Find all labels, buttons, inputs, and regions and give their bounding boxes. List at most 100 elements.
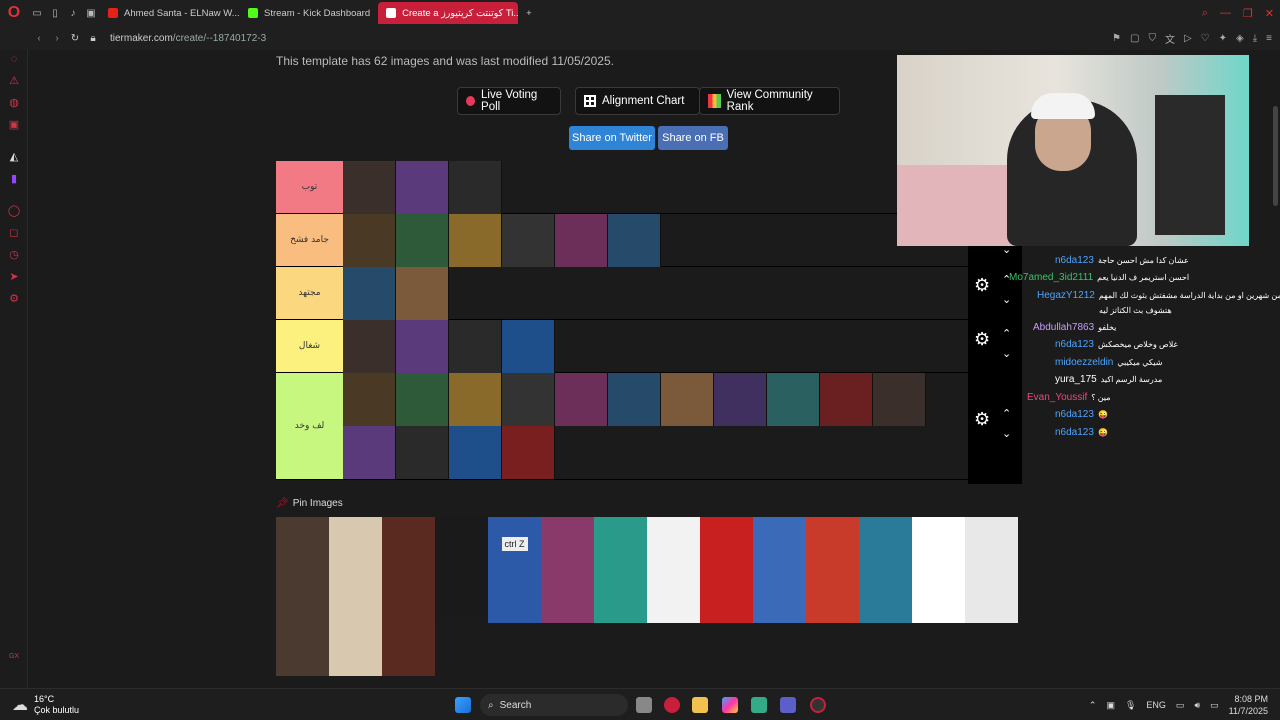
tier-image-tile[interactable] <box>502 214 555 267</box>
chevron-up-icon[interactable]: ⌃ <box>1089 700 1097 711</box>
tier-image-tile[interactable] <box>502 320 555 373</box>
shield-icon[interactable]: ⛉ <box>1148 33 1156 44</box>
pin-image-tile[interactable] <box>329 623 382 676</box>
battery-icon[interactable]: ▭ <box>1210 700 1219 711</box>
tier-image-tile[interactable] <box>396 320 449 373</box>
tier-image-tile[interactable] <box>767 373 820 426</box>
search-icon[interactable]: ⌕ <box>1202 7 1208 20</box>
pin-image-tile[interactable] <box>965 570 1018 623</box>
messenger-sidebar-icon[interactable]: ◍ <box>7 96 21 110</box>
tier-image-tile[interactable] <box>396 426 449 479</box>
pin-image-tile[interactable] <box>753 570 806 623</box>
app-icon[interactable]: ▣ <box>82 0 100 26</box>
tier-image-tile[interactable] <box>449 214 502 267</box>
tier-image-tile[interactable] <box>555 214 608 267</box>
tier-image-tile[interactable] <box>396 267 449 320</box>
chat-username[interactable]: Mo7amed_3id2111 <box>1009 272 1093 283</box>
snapshot-icon[interactable]: ▢ <box>1130 33 1139 44</box>
microphone-icon[interactable]: 🎙︎ <box>1125 700 1136 711</box>
pin-image-tile[interactable] <box>594 517 647 570</box>
opera-gx-icon[interactable] <box>810 697 826 713</box>
tier-image-tile[interactable] <box>396 373 449 426</box>
move-down-icon[interactable]: ⌄ <box>1002 427 1011 440</box>
pin-image-tile[interactable] <box>435 570 488 623</box>
alignment-chart-button[interactable]: Alignment Chart <box>575 87 700 115</box>
network-icon[interactable]: ▭ <box>1176 700 1185 711</box>
twitch-sidebar-icon[interactable]: ▮ <box>7 172 21 186</box>
copilot-icon[interactable] <box>722 697 738 713</box>
pin-image-tile[interactable] <box>700 517 753 570</box>
play-icon[interactable]: ▷ <box>1184 33 1192 44</box>
pin-image-tile[interactable] <box>541 517 594 570</box>
pin-image-tile[interactable] <box>329 570 382 623</box>
pin-image-tile[interactable] <box>700 570 753 623</box>
tier-image-tile[interactable] <box>449 426 502 479</box>
page-scrollbar[interactable] <box>1273 106 1278 206</box>
tier-image-tile[interactable] <box>343 161 396 214</box>
send-sidebar-icon[interactable]: ➤ <box>7 270 21 284</box>
chat-sidebar-icon[interactable]: ⚠ <box>7 74 21 88</box>
opera-logo-icon[interactable]: O <box>0 0 28 26</box>
opera-sidebar-icon[interactable]: ◌ <box>7 52 21 66</box>
tier-image-tile[interactable] <box>343 320 396 373</box>
translate-icon[interactable]: 文 <box>1165 31 1175 46</box>
file-explorer-icon[interactable] <box>692 697 708 713</box>
move-down-icon[interactable]: ⌄ <box>1002 347 1011 360</box>
pin-image-tile[interactable] <box>276 517 329 570</box>
pin-image-tile[interactable] <box>753 517 806 570</box>
share-fb-button[interactable]: Share on FB <box>658 126 728 150</box>
tier-label[interactable]: شغال <box>276 320 343 372</box>
kick-sidebar-icon[interactable]: ◭ <box>7 150 21 164</box>
tiktok-icon[interactable]: ♪ <box>64 0 82 26</box>
tier-settings-gear-icon[interactable]: ⚙ <box>974 329 990 350</box>
tier-image-tile[interactable] <box>714 373 767 426</box>
pin-image-tile[interactable] <box>488 570 541 623</box>
tier-image-tile[interactable] <box>502 373 555 426</box>
tier-image-tile[interactable] <box>396 161 449 214</box>
pin-image-tile[interactable] <box>382 570 435 623</box>
tier-image-tile[interactable] <box>449 373 502 426</box>
tier-image-tile[interactable] <box>396 214 449 267</box>
share-twitter-button[interactable]: Share on Twitter <box>569 126 655 150</box>
teams-icon[interactable] <box>780 697 796 713</box>
history-sidebar-icon[interactable]: ◷ <box>7 248 21 262</box>
chat-username[interactable]: HegazY1212 <box>1037 290 1095 301</box>
move-down-icon[interactable]: ⌄ <box>1002 293 1011 306</box>
tier-image-tile[interactable] <box>449 161 502 214</box>
mail-sidebar-icon[interactable]: ▣ <box>7 118 21 132</box>
gx-sidebar-icon[interactable]: GX <box>7 650 21 664</box>
volume-icon[interactable]: 🔊︎ <box>1194 700 1200 711</box>
pin-image-tile[interactable] <box>965 517 1018 570</box>
pin-image-tile[interactable] <box>594 570 647 623</box>
move-up-icon[interactable]: ⌃ <box>1002 407 1011 420</box>
chat-username[interactable]: Evan_Youssif <box>1027 392 1087 403</box>
tab-kick-dashboard[interactable]: Stream - Kick Dashboard <box>240 2 378 24</box>
tab-tiermaker[interactable]: Create a كوتنتت كريتيورز Ti... ✕ <box>378 2 519 24</box>
chat-username[interactable]: midoezzeldin <box>1055 357 1113 368</box>
pin-image-tile[interactable] <box>435 517 488 570</box>
bookmark-icon[interactable]: ⚑ <box>1112 33 1121 44</box>
tier-label[interactable]: مجتهد <box>276 267 343 319</box>
minimize-icon[interactable]: — <box>1220 7 1231 19</box>
cube-icon[interactable]: ◈ <box>1236 33 1244 44</box>
chat-username[interactable]: yura_175 <box>1055 374 1097 385</box>
new-tab-button[interactable]: + <box>518 2 540 24</box>
chat-username[interactable]: n6da123 <box>1055 339 1094 350</box>
pin-image-tile[interactable] <box>382 517 435 570</box>
pin-image-tile[interactable] <box>912 517 965 570</box>
pin-image-tile[interactable] <box>859 517 912 570</box>
tier-label[interactable]: جامد فشخ <box>276 214 343 266</box>
tier-label[interactable]: لف وخد <box>276 373 343 479</box>
chat-username[interactable]: n6da123 <box>1055 409 1094 420</box>
tier-image-tile[interactable] <box>608 373 661 426</box>
weather-widget[interactable]: ☁ 16°C Çok bulutlu <box>12 694 79 716</box>
pin-image-tile[interactable] <box>647 517 700 570</box>
tier-image-tile[interactable] <box>555 373 608 426</box>
pin-image-tile[interactable] <box>382 623 435 676</box>
windows-start-icon[interactable] <box>455 697 471 713</box>
tier-label[interactable]: توب <box>276 161 343 213</box>
tier-image-tile[interactable] <box>661 373 714 426</box>
chat-username[interactable]: Abdullah7863 <box>1033 322 1094 333</box>
reload-icon[interactable]: ↻ <box>66 33 84 44</box>
close-window-icon[interactable]: ✕ <box>1265 7 1274 20</box>
